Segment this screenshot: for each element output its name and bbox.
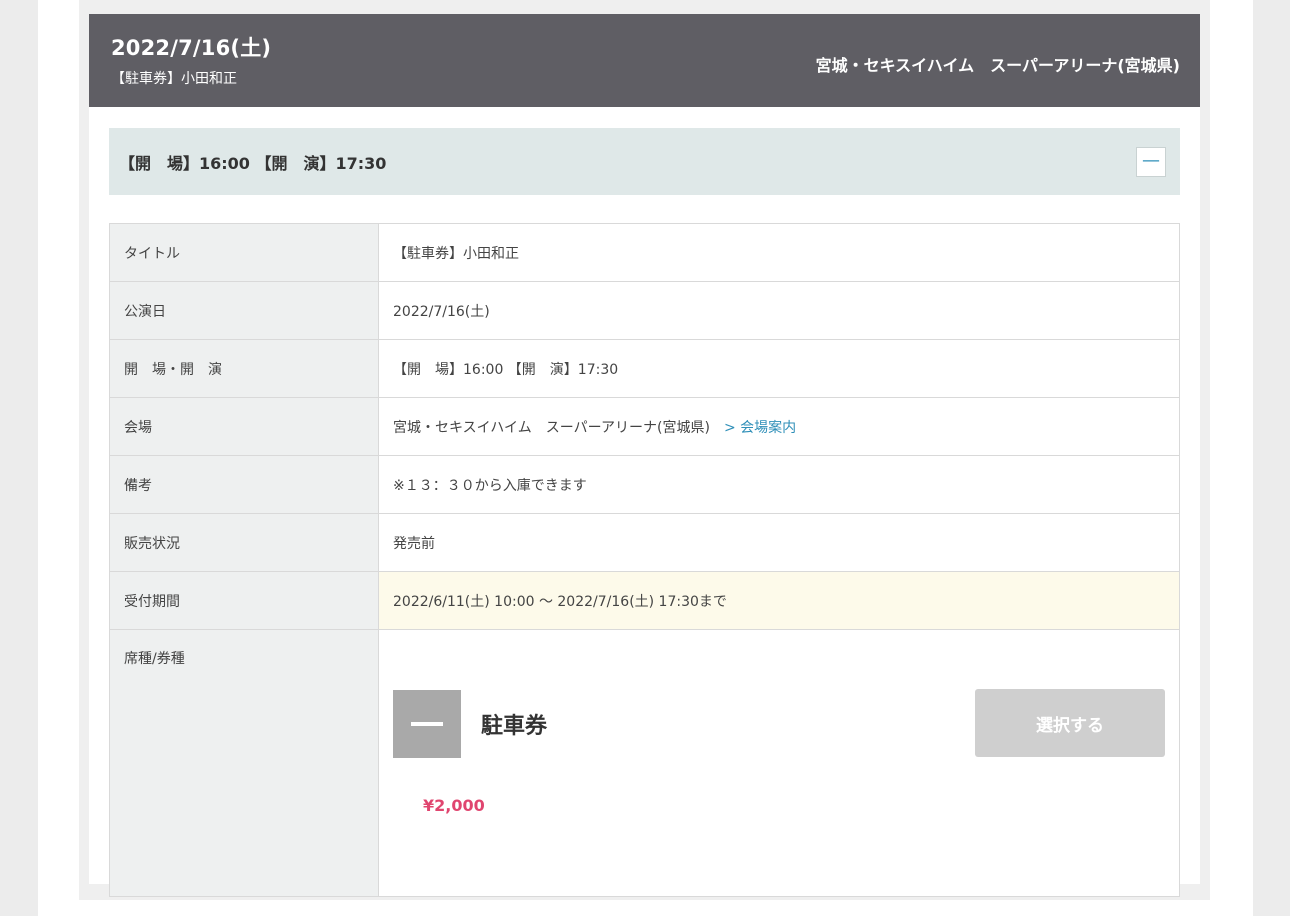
performance-details-table: タイトル 【駐車券】小田和正 公演日 2022/7/16(土) 開 場・開 演 …: [109, 223, 1180, 897]
select-button[interactable]: 選択する: [975, 689, 1165, 757]
minus-icon: —: [1142, 150, 1160, 171]
row-value-times: 【開 場】16:00 【開 演】17:30: [378, 339, 1180, 398]
event-date: 2022/7/16(土): [111, 36, 272, 60]
seat-type-item: 駐車券 選択する ¥2,000: [393, 662, 1165, 864]
table-row: タイトル 【駐車券】小田和正: [109, 223, 1180, 282]
row-value-status: 発売前: [378, 513, 1180, 572]
table-row: 会場 宮城・セキスイハイム スーパーアリーナ(宮城県) > 会場案内: [109, 397, 1180, 456]
performance-time: 【開 場】16:00 【開 演】17:30: [119, 154, 387, 173]
event-subtitle: 【駐車券】小田和正: [111, 71, 237, 87]
row-label-venue: 会場: [109, 397, 379, 456]
table-row: 開 場・開 演 【開 場】16:00 【開 演】17:30: [109, 339, 1180, 398]
event-venue: 宮城・セキスイハイム スーパーアリーナ(宮城県): [815, 56, 1180, 75]
row-value-date: 2022/7/16(土): [378, 281, 1180, 340]
event-header: 2022/7/16(土) 【駐車券】小田和正 宮城・セキスイハイム スーパーアリ…: [89, 14, 1200, 107]
row-label-date: 公演日: [109, 281, 379, 340]
row-value-venue: 宮城・セキスイハイム スーパーアリーナ(宮城県): [393, 419, 710, 436]
event-card: 2022/7/16(土) 【駐車券】小田和正 宮城・セキスイハイム スーパーアリ…: [89, 14, 1200, 897]
table-row: 備考 ※１３：３０から入庫できます: [109, 455, 1180, 514]
table-row: 販売状況 発売前: [109, 513, 1180, 572]
row-value-title: 【駐車券】小田和正: [378, 223, 1180, 282]
row-value-venue-cell: 宮城・セキスイハイム スーパーアリーナ(宮城県) > 会場案内: [378, 397, 1180, 456]
row-label-seat: 席種/券種: [109, 629, 379, 897]
table-row: 受付期間 2022/6/11(土) 10:00 ～ 2022/7/16(土) 1…: [109, 571, 1180, 630]
row-label-times: 開 場・開 演: [109, 339, 379, 398]
row-value-period: 2022/6/11(土) 10:00 ～ 2022/7/16(土) 17:30ま…: [378, 571, 1180, 630]
collapse-button[interactable]: —: [1136, 147, 1166, 177]
table-row: 席種/券種 駐車券 選択する ¥2,000: [109, 629, 1180, 897]
performance-time-bar[interactable]: 【開 場】16:00 【開 演】17:30 —: [109, 128, 1180, 195]
row-label-period: 受付期間: [109, 571, 379, 630]
seat-type-cell: 駐車券 選択する ¥2,000: [378, 629, 1180, 897]
row-label-status: 販売状況: [109, 513, 379, 572]
row-value-notes: ※１３：３０から入庫できます: [378, 455, 1180, 514]
minus-square-icon[interactable]: [393, 690, 461, 758]
venue-guide-link[interactable]: > 会場案内: [724, 420, 796, 436]
row-label-title: タイトル: [109, 223, 379, 282]
row-label-notes: 備考: [109, 455, 379, 514]
seat-type-name: 駐車券: [481, 714, 548, 739]
seat-price: ¥2,000: [423, 796, 485, 815]
table-row: 公演日 2022/7/16(土): [109, 281, 1180, 340]
